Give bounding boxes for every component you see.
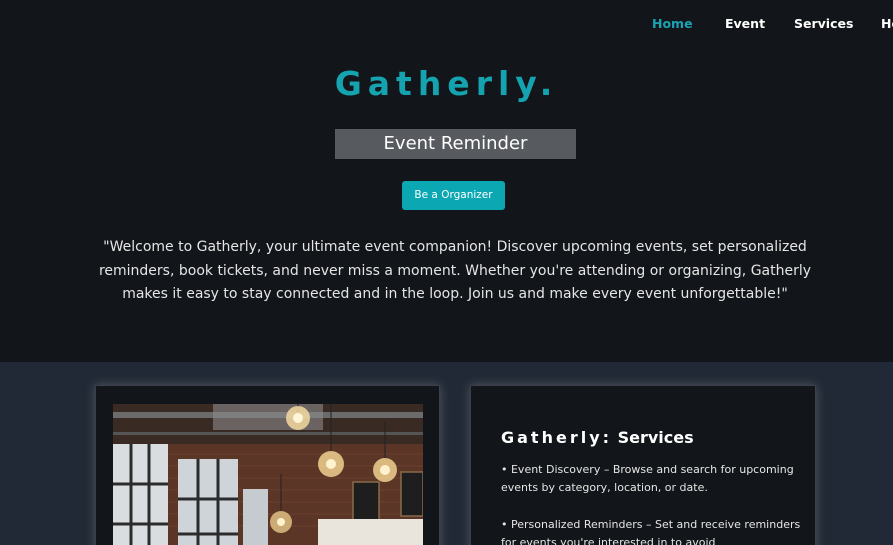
- nav-home[interactable]: Home: [652, 16, 693, 31]
- be-organizer-button[interactable]: Be a Organizer: [402, 181, 505, 210]
- services-title-rest: Services: [617, 428, 694, 447]
- service-item-personalized-reminders: • Personalized Reminders – Set and recei…: [501, 518, 801, 545]
- services-title-brand: Gatherly:: [501, 428, 613, 447]
- services-card: Gatherly: Services • Event Discovery – B…: [470, 385, 816, 545]
- top-nav: Home Event Services He: [0, 0, 893, 48]
- welcome-text: "Welcome to Gatherly, your ultimate even…: [98, 239, 812, 303]
- brand-logo: Gatherly.: [334, 64, 559, 103]
- nav-help[interactable]: He: [881, 16, 893, 31]
- nav-services[interactable]: Services: [794, 16, 853, 31]
- image-card: [95, 385, 440, 545]
- services-title: Gatherly: Services: [501, 428, 694, 447]
- service-item-event-discovery: • Event Discovery – Browse and search fo…: [501, 463, 794, 494]
- hero-section: Gatherly. Event Reminder Be a Organizer …: [0, 0, 893, 362]
- hero-subtitle: Event Reminder: [335, 129, 576, 159]
- nav-event[interactable]: Event: [725, 16, 765, 31]
- venue-photo-illustration: [113, 404, 423, 545]
- venue-photo: [113, 404, 423, 545]
